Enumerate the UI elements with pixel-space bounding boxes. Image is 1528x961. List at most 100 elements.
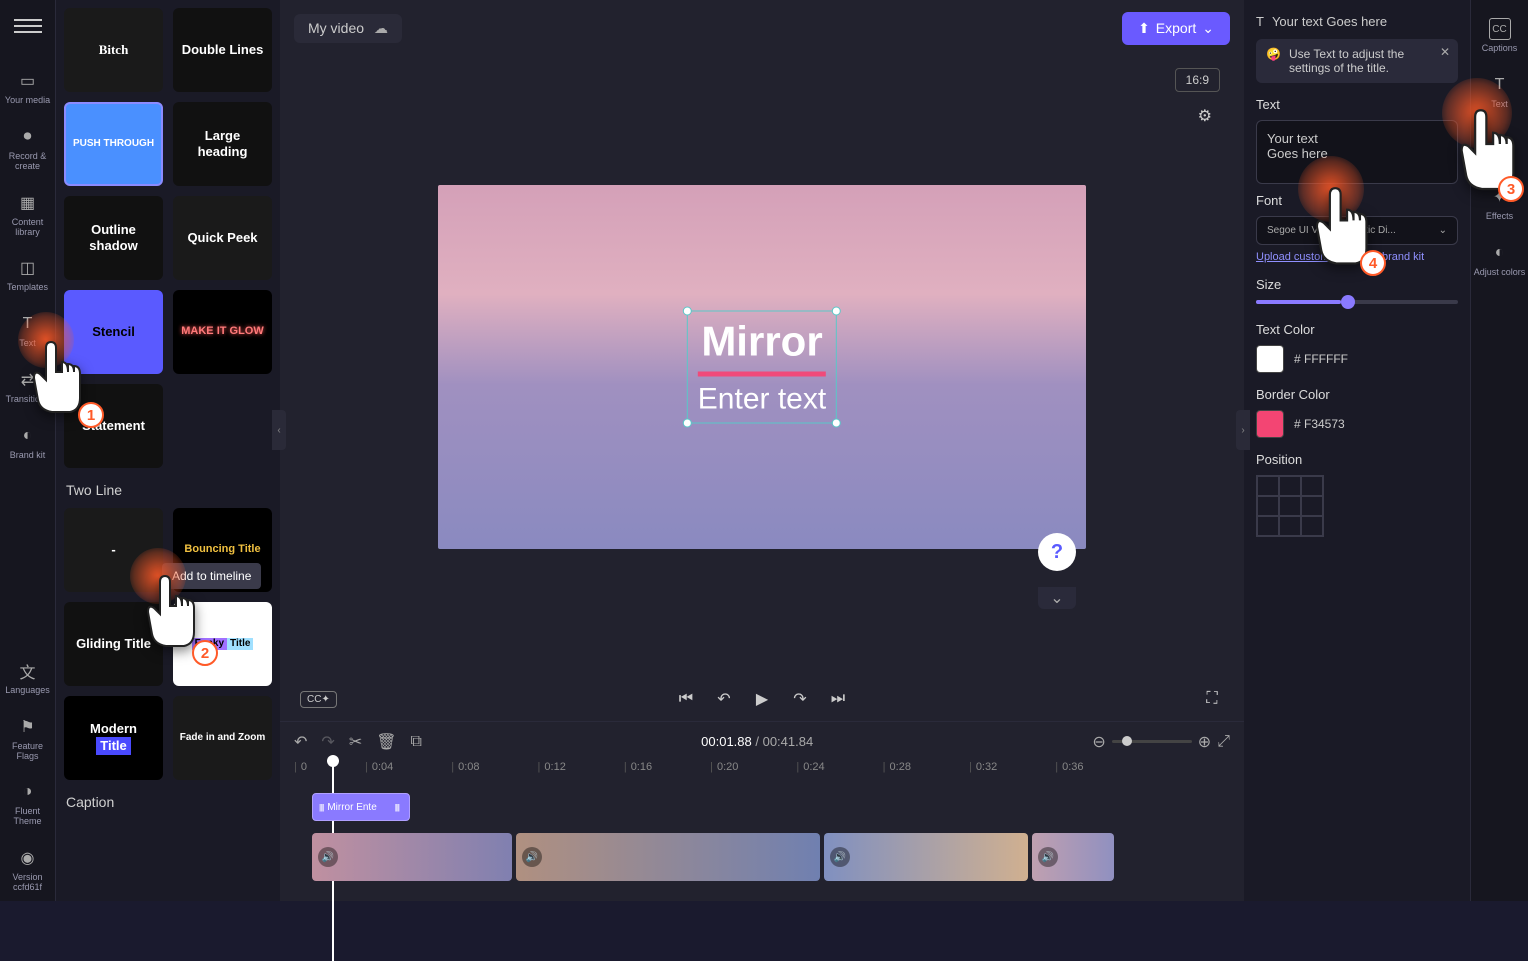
close-icon[interactable]: ✕	[1440, 45, 1450, 59]
flag-icon: ⚑	[17, 716, 39, 738]
split-icon[interactable]: ✂	[349, 732, 362, 752]
asset-tile[interactable]: ModernTitle	[64, 696, 163, 780]
asset-tile[interactable]: Quick Peek	[173, 196, 272, 280]
video-clip[interactable]: 🔊	[516, 833, 820, 881]
text-input[interactable]	[1256, 120, 1458, 184]
text-clip[interactable]: ||||Mirror Ente||||	[312, 793, 410, 821]
text-icon: T	[1256, 14, 1264, 29]
nav-brand-kit[interactable]: ◐Brand kit	[0, 417, 55, 469]
chevron-down-icon: ⌄	[1439, 225, 1447, 236]
asset-tile[interactable]: Double Lines	[173, 8, 272, 92]
font-label: Font	[1256, 193, 1458, 208]
speaker-icon[interactable]: 🔊	[318, 847, 338, 867]
asset-tile[interactable]: Statement	[64, 384, 163, 468]
nav-templates[interactable]: ◫Templates	[0, 249, 55, 301]
video-clip[interactable]: 🔊	[824, 833, 1028, 881]
text-overlay-selection[interactable]: Mirror Enter text	[687, 310, 837, 423]
asset-tile[interactable]: Large heading	[173, 102, 272, 186]
zoom-slider[interactable]	[1112, 740, 1192, 743]
timeline-toolbar: ↶ ↷ ✂ 🗑 ⧉ 00:01.88 / 00:41.84 ⊖ ⊕ ⤢	[280, 721, 1244, 761]
text-icon: T	[17, 313, 39, 335]
nav-record-create[interactable]: ⏺Record & create	[0, 118, 55, 180]
asset-tile[interactable]: Outline shadow	[64, 196, 163, 280]
asset-tile[interactable]: Stencil	[64, 290, 163, 374]
video-preview[interactable]: Mirror Enter text	[438, 185, 1086, 549]
center-editor: My video ☁ ⬆ Export ⌄ 16:9 ⚙ Mirror	[280, 0, 1244, 901]
theme-icon: ◑	[17, 781, 39, 803]
tip-box: 🤪 Use Text to adjust the settings of the…	[1256, 39, 1458, 83]
mini-text[interactable]: TText	[1471, 66, 1528, 118]
mini-captions[interactable]: CCCaptions	[1471, 10, 1528, 62]
nav-transitions[interactable]: ⇄Transitions	[0, 361, 55, 413]
zoom-out-icon[interactable]: ⊖	[1092, 732, 1105, 752]
mini-effects[interactable]: ✦Effects	[1471, 178, 1528, 230]
position-grid[interactable]	[1256, 475, 1324, 537]
brandkit-icon: ◐	[17, 425, 39, 447]
properties-panel: T Your text Goes here 🤪 Use Text to adju…	[1244, 0, 1470, 901]
playback-bar: CC✦ ⏮ ↶ ▶ ↷ ⏭ ⛶	[280, 677, 1244, 721]
bordercolor-swatch[interactable]	[1256, 410, 1284, 438]
text-label: Text	[1256, 97, 1458, 112]
collapse-asset-panel[interactable]: ‹	[272, 410, 286, 450]
rewind-icon[interactable]: ↶	[712, 687, 736, 711]
asset-tile[interactable]: Fade in and Zoom	[173, 696, 272, 780]
nav-content-library[interactable]: ▦Content library	[0, 184, 55, 246]
speaker-icon[interactable]: 🔊	[830, 847, 850, 867]
props-header: T Your text Goes here	[1256, 14, 1458, 29]
textcolor-swatch[interactable]	[1256, 345, 1284, 373]
font-select[interactable]: Segoe UI Variable Static Di...⌄	[1256, 216, 1458, 245]
speaker-icon[interactable]: 🔊	[522, 847, 542, 867]
project-title[interactable]: My video ☁	[294, 14, 402, 43]
help-button[interactable]: ?	[1038, 533, 1076, 571]
duplicate-icon[interactable]: ⧉	[411, 733, 422, 751]
emoji-icon: 🤪	[1266, 47, 1281, 61]
gear-icon[interactable]: ⚙	[1198, 106, 1212, 126]
asset-tile[interactable]: PUSH THROUGH	[64, 102, 163, 186]
bordercolor-hex: # F34573	[1294, 417, 1345, 431]
version-icon: ◉	[17, 847, 39, 869]
nav-text[interactable]: TText	[0, 305, 55, 357]
nav-fluent-theme[interactable]: ◑Fluent Theme	[0, 773, 55, 835]
asset-tile[interactable]: MAKE IT GLOW	[173, 290, 272, 374]
hamburger-menu[interactable]	[14, 12, 42, 40]
asset-tile[interactable]: FunkyTitle	[173, 602, 272, 686]
overlay-title: Mirror	[698, 317, 826, 365]
section-title-twoline: Two Line	[66, 482, 272, 498]
video-clip[interactable]: 🔊	[1032, 833, 1114, 881]
export-button[interactable]: ⬆ Export ⌄	[1122, 12, 1230, 45]
redo-icon[interactable]: ↷	[321, 732, 334, 752]
delete-icon[interactable]: 🗑	[376, 732, 396, 752]
overlay-subtitle: Enter text	[698, 382, 826, 416]
folder-icon: ▭	[17, 70, 39, 92]
fit-icon[interactable]: ⤢	[1217, 733, 1230, 751]
timeline-ruler[interactable]: 00:040:080:120:160:200:240:280:320:36	[280, 761, 1244, 785]
expand-props-panel[interactable]: ›	[1236, 410, 1250, 450]
upload-icon: ⬆	[1138, 20, 1150, 37]
mini-audio[interactable]: ♪Audio	[1471, 122, 1528, 174]
forward-icon[interactable]: ↷	[788, 687, 812, 711]
skip-back-icon[interactable]: ⏮	[674, 687, 698, 711]
nav-languages[interactable]: 文Languages	[0, 652, 55, 704]
zoom-in-icon[interactable]: ⊕	[1198, 732, 1211, 752]
adjust-icon: ◐	[1489, 242, 1511, 264]
play-icon[interactable]: ▶	[750, 687, 774, 711]
captions-toggle[interactable]: CC✦	[300, 691, 337, 708]
speaker-icon[interactable]: 🔊	[1038, 847, 1058, 867]
nav-version[interactable]: ◉Version ccfd61f	[0, 839, 55, 901]
fullscreen-icon[interactable]: ⛶	[1200, 687, 1224, 711]
asset-tile[interactable]: -	[64, 508, 163, 592]
size-slider[interactable]	[1256, 300, 1458, 304]
upload-fonts-link[interactable]: Upload custom fonts with brand kit	[1256, 251, 1458, 263]
nav-feature-flags[interactable]: ⚑Feature Flags	[0, 708, 55, 770]
aspect-ratio-button[interactable]: 16:9	[1175, 68, 1220, 92]
mini-adjust-colors[interactable]: ◐Adjust colors	[1471, 234, 1528, 286]
skip-forward-icon[interactable]: ⏭	[826, 687, 850, 711]
globe-icon: 文	[17, 660, 39, 682]
timeline-tracks: ||||Mirror Ente|||| 🔊 🔊 🔊 🔊	[280, 785, 1244, 901]
nav-your-media[interactable]: ▭Your media	[0, 62, 55, 114]
asset-tile[interactable]: Bitch	[64, 8, 163, 92]
expand-chevron[interactable]: ⌄	[1038, 587, 1076, 609]
video-clip[interactable]: 🔊	[312, 833, 512, 881]
asset-tile[interactable]: Gliding Title	[64, 602, 163, 686]
undo-icon[interactable]: ↶	[294, 732, 307, 752]
